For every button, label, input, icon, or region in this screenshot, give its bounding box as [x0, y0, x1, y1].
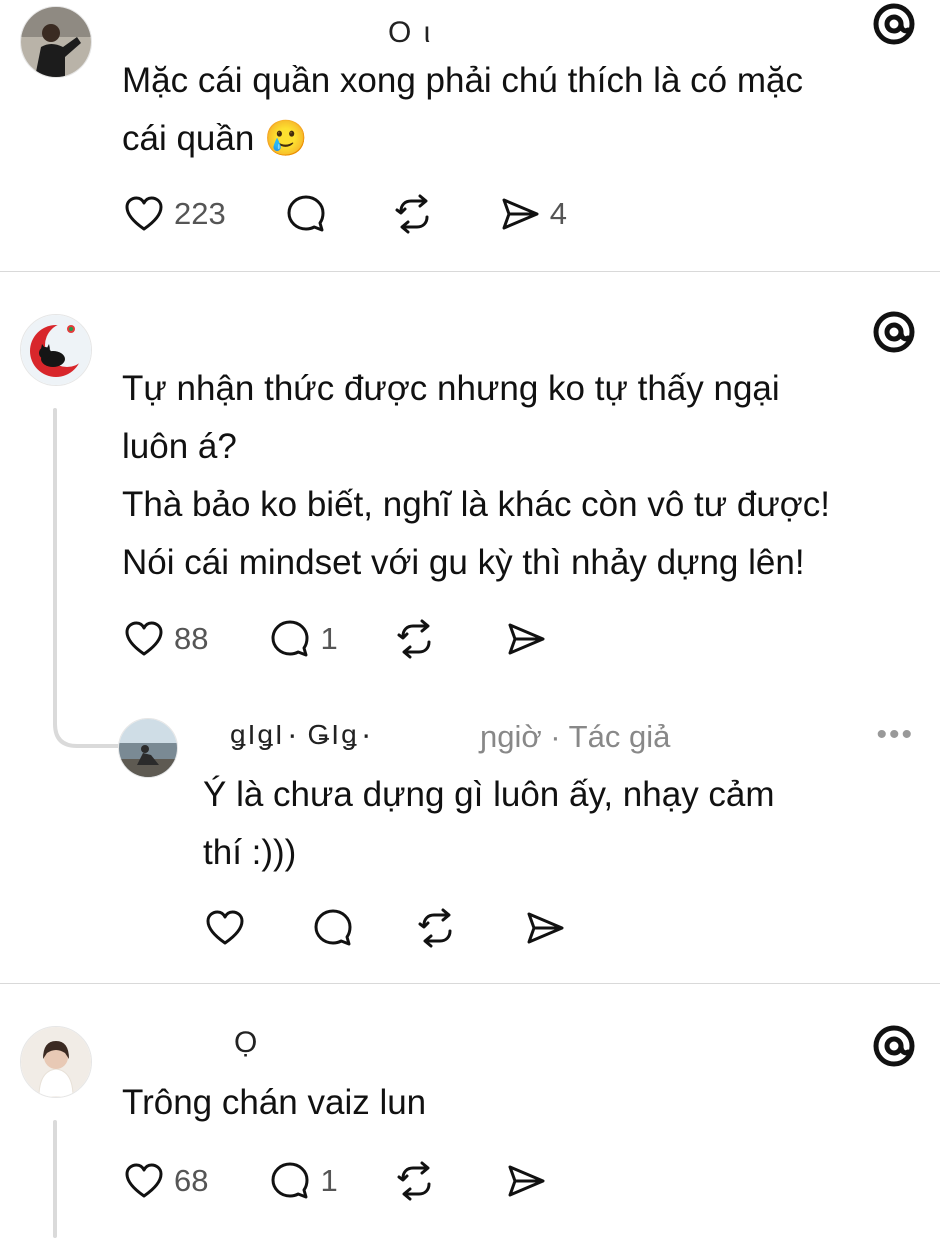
share-count: 4: [549, 196, 567, 231]
repost-icon: [394, 1159, 438, 1203]
action-bar: 88 1: [122, 615, 548, 663]
like-button[interactable]: 68: [122, 1159, 208, 1203]
threads-logo-icon[interactable]: [872, 310, 916, 354]
share-button[interactable]: [504, 1159, 548, 1203]
reply-button[interactable]: 1: [268, 1159, 338, 1203]
post-text-line: Tự nhận thức được nhưng ko tự thấy ngại: [122, 369, 780, 408]
repost-icon: [415, 906, 459, 950]
reply-username[interactable]: ǥΙǥΙ٠ ǤΙǥ٠: [230, 718, 374, 751]
avatar[interactable]: [20, 314, 92, 386]
post-text-line: Mặc cái quần xong phải chú thích là có m…: [122, 61, 803, 100]
share-button[interactable]: [504, 617, 548, 661]
reply-button[interactable]: 1: [268, 617, 338, 661]
reply-action-bar: [203, 904, 567, 952]
comment-icon: [268, 1159, 312, 1203]
share-icon: [523, 906, 567, 950]
like-count: 88: [174, 621, 209, 656]
share-button[interactable]: [523, 906, 567, 950]
repost-button[interactable]: [392, 192, 436, 236]
post-2: Tự nhận thức được nhưng ko tự thấy ngại …: [0, 272, 940, 982]
share-icon: [504, 1159, 548, 1203]
share-button[interactable]: 4: [498, 192, 567, 236]
reply-text-line: Ý là chưa dựng gì luôn ấy, nhạy cảm: [203, 775, 775, 814]
like-button[interactable]: 88: [122, 617, 208, 661]
post-3: Ọ Trông chán vaiz lun 68 1: [0, 984, 940, 1238]
repost-button[interactable]: [394, 1159, 438, 1203]
reply-button[interactable]: [284, 192, 328, 236]
like-count: 68: [174, 1163, 209, 1198]
comment-icon: [268, 617, 312, 661]
post-text-line: cái quần 🥲: [122, 119, 308, 158]
reply-count: 1: [320, 621, 338, 656]
like-count: 223: [174, 196, 226, 231]
username[interactable]: O ι: [388, 16, 432, 50]
avatar[interactable]: [20, 1026, 92, 1098]
heart-icon: [122, 1159, 166, 1203]
share-icon: [504, 617, 548, 661]
heart-icon: [122, 617, 166, 661]
like-button[interactable]: [203, 906, 247, 950]
like-button[interactable]: 223: [122, 192, 226, 236]
thread-line: [53, 408, 57, 706]
threads-logo-icon[interactable]: [872, 2, 916, 46]
post-1: O ι Mặc cái quần xong phải chú thích là …: [0, 0, 940, 272]
action-bar: 223 4: [122, 190, 567, 238]
repost-button[interactable]: [415, 906, 459, 950]
threads-logo-icon[interactable]: [872, 1024, 916, 1068]
username[interactable]: Ọ: [234, 1026, 259, 1060]
thread-line: [53, 1120, 57, 1238]
reply-avatar[interactable]: [118, 718, 178, 778]
reply-text-line: thí :))): [203, 833, 297, 872]
heart-icon: [122, 192, 166, 236]
repost-icon: [394, 617, 438, 661]
reply-button[interactable]: [311, 906, 355, 950]
thread-connector: [53, 702, 121, 748]
heart-icon: [203, 906, 247, 950]
repost-icon: [392, 192, 436, 236]
reply-count: 1: [320, 1163, 338, 1198]
post-text-line: Nói cái mindset với gu kỳ thì nhảy dựng …: [122, 543, 805, 582]
comment-icon: [311, 906, 355, 950]
action-bar: 68 1: [122, 1157, 548, 1205]
avatar[interactable]: [20, 6, 92, 78]
comment-icon: [284, 192, 328, 236]
repost-button[interactable]: [394, 617, 438, 661]
reply-time-author: ɲgiờ · Tác giả: [480, 719, 671, 754]
post-text-line: Trông chán vaiz lun: [122, 1083, 427, 1122]
share-icon: [498, 192, 542, 236]
post-text-line: luôn á?: [122, 427, 237, 466]
more-options-icon[interactable]: •••: [876, 718, 914, 752]
post-text-line: Thà bảo ko biết, nghĩ là khác còn vô tư …: [122, 485, 830, 524]
